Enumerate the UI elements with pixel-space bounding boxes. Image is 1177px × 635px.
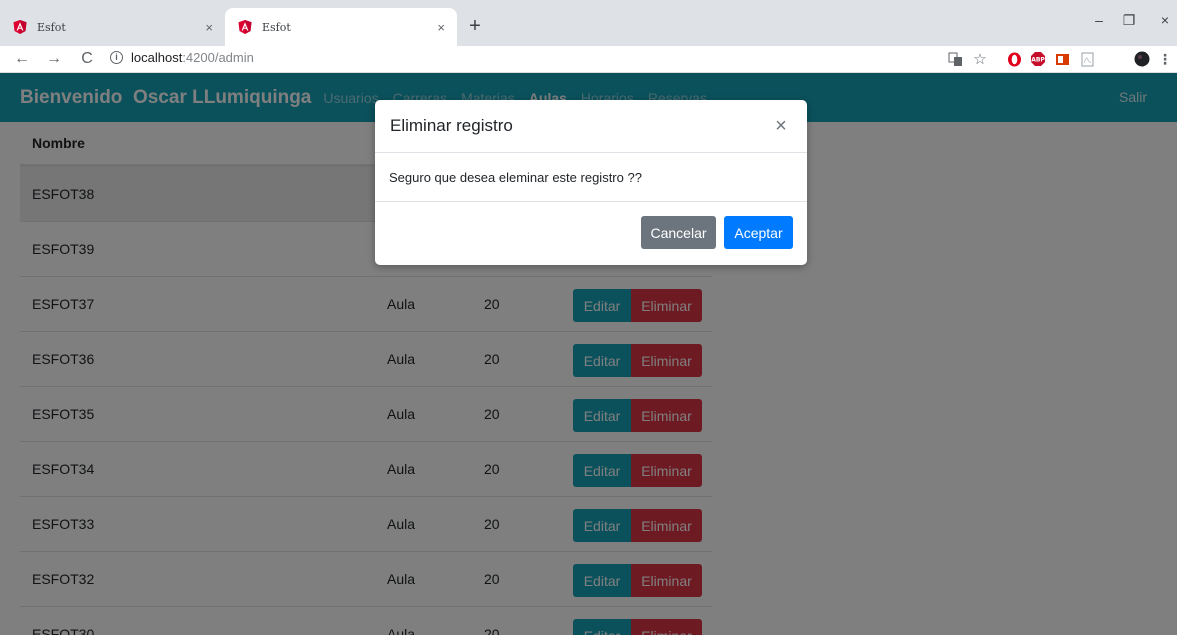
url-path: :4200/admin: [182, 50, 254, 65]
maximize-button[interactable]: ❐: [1117, 12, 1141, 29]
cancel-button[interactable]: Cancelar: [641, 216, 716, 249]
modal-title: Eliminar registro: [390, 116, 513, 135]
browser-menu-icon[interactable]: ⋮: [1157, 51, 1173, 67]
adblock-icon[interactable]: ABP: [1030, 51, 1046, 67]
browser-tab-2[interactable]: Esfot ×: [225, 8, 457, 46]
pdf-icon[interactable]: [1079, 51, 1095, 67]
modal-footer: Cancelar Aceptar: [375, 202, 807, 264]
angular-icon: [12, 19, 28, 35]
back-icon[interactable]: ←: [12, 49, 32, 69]
tab-close-icon[interactable]: ×: [205, 20, 213, 35]
accept-button[interactable]: Aceptar: [724, 216, 793, 249]
new-tab-button[interactable]: +: [463, 14, 487, 38]
office-icon[interactable]: [1054, 51, 1070, 67]
modal-message: Seguro que desea eleminar este registro …: [389, 169, 642, 185]
tab-title: Esfot: [262, 20, 291, 34]
browser-toolbar: ← → C i localhost:4200/admin ☆ ABP ⋮: [0, 46, 1177, 73]
profile-avatar-icon[interactable]: [1134, 51, 1150, 67]
window-close-button[interactable]: ×: [1153, 12, 1177, 28]
browser-tab-1[interactable]: Esfot ×: [0, 8, 225, 46]
info-icon[interactable]: i: [110, 51, 123, 64]
minimize-button[interactable]: –: [1087, 12, 1111, 28]
close-icon[interactable]: ×: [770, 115, 792, 138]
tab-close-icon[interactable]: ×: [437, 20, 445, 35]
reload-icon[interactable]: C: [77, 49, 97, 69]
browser-tabbar: Esfot × Esfot × + – ❐ ×: [0, 0, 1177, 46]
forward-icon[interactable]: →: [44, 49, 64, 69]
translate-icon[interactable]: [947, 51, 963, 67]
modal-body: Seguro que desea eleminar este registro …: [375, 153, 807, 202]
bookmark-star-icon[interactable]: ☆: [972, 51, 988, 68]
url-host: localhost: [131, 50, 183, 65]
modal-header: Eliminar registro ×: [375, 100, 807, 153]
angular-icon: [237, 19, 253, 35]
tab-title: Esfot: [37, 20, 66, 34]
delete-confirm-modal: Eliminar registro × Seguro que desea ele…: [375, 100, 807, 265]
address-bar[interactable]: i localhost:4200/admin: [110, 50, 254, 65]
opera-icon[interactable]: [1006, 51, 1022, 67]
svg-text:ABP: ABP: [1031, 57, 1045, 64]
